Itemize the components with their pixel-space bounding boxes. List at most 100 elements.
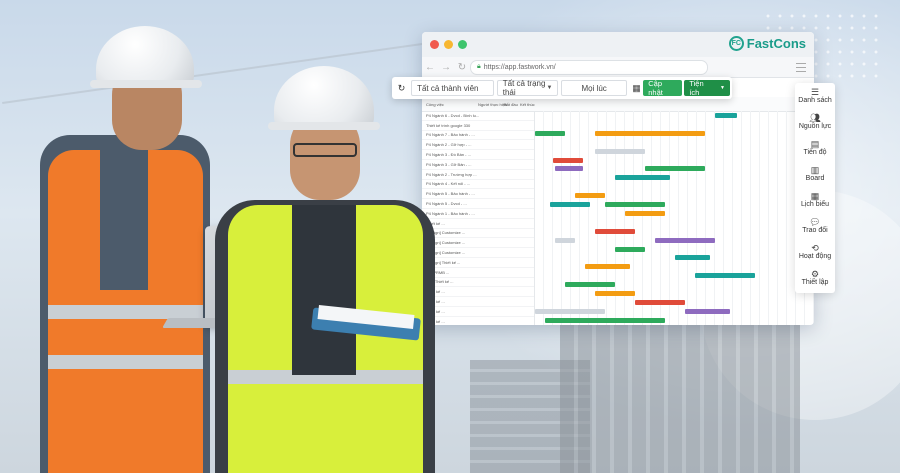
browser-titlebar: FC FastCons [422, 32, 814, 57]
lock-icon: 🔒︎ [477, 63, 481, 70]
gantt-bar[interactable] [615, 246, 645, 252]
gantt-bar[interactable] [695, 273, 755, 279]
gantt-bar[interactable] [575, 193, 605, 199]
browser-window: FC FastCons ← → ↻ 🔒︎ https://app.fastwor… [422, 32, 814, 325]
gantt-row[interactable]: Thiết kế trình google 330 [422, 121, 534, 131]
gantt-bar[interactable] [550, 202, 590, 207]
gantt-bar[interactable] [595, 130, 705, 136]
side-menu-item[interactable]: ▥ Board [795, 161, 835, 187]
gantt-row[interactable]: P4 Ngành 7 - Bảo hành - ... [422, 131, 534, 141]
calendar-icon[interactable]: ▦ [630, 83, 643, 94]
gantt-bar[interactable] [655, 237, 715, 243]
chevron-down-icon: ▼ [720, 85, 725, 91]
building-under-construction [560, 320, 800, 473]
gantt-row[interactable]: Thiết kế ... [422, 219, 534, 229]
chevron-down-icon: ▼ [546, 85, 553, 91]
gantt-row[interactable]: P4 Ngành 5 - Dvcd - ... [422, 199, 534, 209]
brand-name: FastCons [746, 36, 806, 51]
close-dot-icon[interactable] [430, 40, 439, 49]
time-filter[interactable]: Mọi lúc [561, 80, 627, 96]
gantt-row[interactable]: P4 Ngành 4 - Kết nối - ... [422, 180, 534, 190]
gantt-row[interactable]: Thiết kế ... [422, 297, 534, 307]
status-filter[interactable]: Tất cả trạng thái ▼ [496, 79, 559, 97]
side-menu-item[interactable]: ▦ Lịch biểu [795, 187, 835, 213]
gantt-row[interactable]: Thiết kế ... [422, 287, 534, 298]
gantt-bar[interactable] [555, 237, 575, 243]
side-menu-item[interactable]: ⚙ Thiết lập [795, 265, 835, 291]
gantt-bar[interactable] [553, 157, 583, 163]
url-bar[interactable]: 🔒︎ https://app.fastwork.vn/ [470, 59, 708, 75]
address-row: ← → ↻ 🔒︎ https://app.fastwork.vn/ [422, 57, 814, 78]
member-filter[interactable]: Tất cả thành viên [411, 80, 494, 96]
update-button[interactable]: Cập nhật [643, 79, 683, 97]
side-menu-item[interactable]: 👥︎ Nguồn lực [795, 109, 835, 135]
side-menu-item-label: Thiết lập [801, 279, 829, 286]
gantt-row[interactable]: P4 Ngành 3 - Gỡ Bản - ... [422, 160, 534, 170]
gantt-bar[interactable] [605, 202, 665, 207]
gantt-row[interactable]: [UI] PRMB ... [422, 268, 534, 278]
gantt-task-list: P4 Ngành 6 - Dvcd - Bình lu... Thiết kế t… [422, 111, 535, 325]
maximize-dot-icon[interactable] [458, 40, 467, 49]
gantt-bar[interactable] [625, 210, 665, 216]
gantt-row[interactable]: P4 Ngành 1 - Bảo hành - ... [422, 209, 534, 219]
gantt-bar[interactable] [675, 255, 710, 261]
side-menu-item[interactable]: ▤ Tiến độ [795, 135, 835, 161]
users-icon: 👥︎ [809, 113, 821, 123]
gantt-bar[interactable] [635, 299, 685, 305]
gantt-row[interactable]: Thiết kế ... [422, 307, 534, 317]
gantt-bar[interactable] [565, 282, 615, 288]
side-menu-item-label: Board [805, 175, 825, 182]
member-filter-label: Tất cả thành viên [417, 83, 479, 93]
gantt-bar[interactable] [615, 175, 670, 181]
gantt-bar[interactable] [595, 291, 635, 296]
gantt-row[interactable]: P4 Ngành 2 - Gỡ hợp - ... [422, 140, 534, 151]
gantt-bar[interactable] [715, 113, 737, 118]
side-menu-item-label: Hoạt động [798, 253, 832, 260]
gantt-bar[interactable] [595, 228, 635, 234]
back-icon[interactable]: ← [422, 62, 438, 73]
forward-icon[interactable]: → [438, 62, 454, 73]
gantt-row[interactable]: Thiết kế ... [422, 317, 534, 325]
column-start: Bắt đầu [504, 102, 518, 107]
gear-icon: ⚙ [810, 269, 820, 279]
gantt-bar[interactable] [555, 166, 583, 172]
time-filter-label: Mọi lúc [581, 83, 607, 93]
column-assignee: Người thực hiện [478, 102, 508, 107]
minimize-dot-icon[interactable] [444, 40, 453, 49]
gantt-row[interactable]: P4 Ngành 2 - Trường hợp ... [422, 170, 534, 180]
side-menu-item-label: Nguồn lực [798, 123, 832, 130]
side-menu-item[interactable]: ⟲ Hoạt động [795, 239, 835, 265]
board-icon: ▥ [810, 165, 820, 175]
side-menu-item-label: Tiến độ [803, 149, 827, 156]
gantt-bar[interactable] [645, 166, 705, 172]
gantt-bar[interactable] [535, 130, 565, 136]
refresh-icon[interactable]: ↻ [392, 83, 411, 94]
filter-toolbar: ↻ Tất cả thành viên Tất cả trạng thái ▼ … [392, 77, 732, 99]
gantt-row[interactable]: P4 Ngành 6 - Dvcd - Bình lu... [422, 111, 534, 121]
gantt-bar[interactable] [585, 264, 630, 270]
gantt-bar[interactable] [535, 308, 605, 314]
brand-logo: FC FastCons [728, 36, 806, 51]
gantt-row[interactable]: [UX] Thiết kế ... [422, 278, 534, 288]
browser-menu-icon[interactable] [796, 62, 806, 72]
url-text: https://app.fastwork.vn/ [483, 63, 556, 71]
extension-button[interactable]: Tiện ích ▼ [684, 79, 730, 97]
gantt-row[interactable]: [Design] Customize ... [422, 229, 534, 239]
side-menu-item-label: Danh sách [798, 97, 832, 104]
reload-icon[interactable]: ↻ [454, 62, 470, 73]
gantt-row[interactable]: P4 Ngành 5 - Bảo hành - ... [422, 189, 534, 200]
gantt-icon: ▤ [810, 139, 820, 149]
side-menu-item[interactable]: 💬︎ Trao đổi [795, 213, 835, 239]
calendar-icon: ▦ [810, 191, 820, 201]
gantt-row[interactable]: P4 Ngành 3 - Đồ Bản - ... [422, 150, 534, 160]
gantt-row[interactable]: [Design] Customize ... [422, 248, 534, 258]
column-task: Công việc [426, 102, 444, 107]
side-menu-item[interactable]: ☰ Danh sách [795, 83, 835, 109]
gantt-bar[interactable] [685, 308, 730, 314]
gantt-row[interactable]: [Design] Thiết kế ... [422, 258, 534, 268]
history-icon: ⟲ [811, 243, 819, 253]
gantt-row[interactable]: [Design] Customize ... [422, 238, 534, 249]
gantt-bar[interactable] [595, 148, 645, 154]
side-menu-item-label: Lịch biểu [800, 201, 830, 208]
gantt-bar[interactable] [545, 317, 665, 323]
